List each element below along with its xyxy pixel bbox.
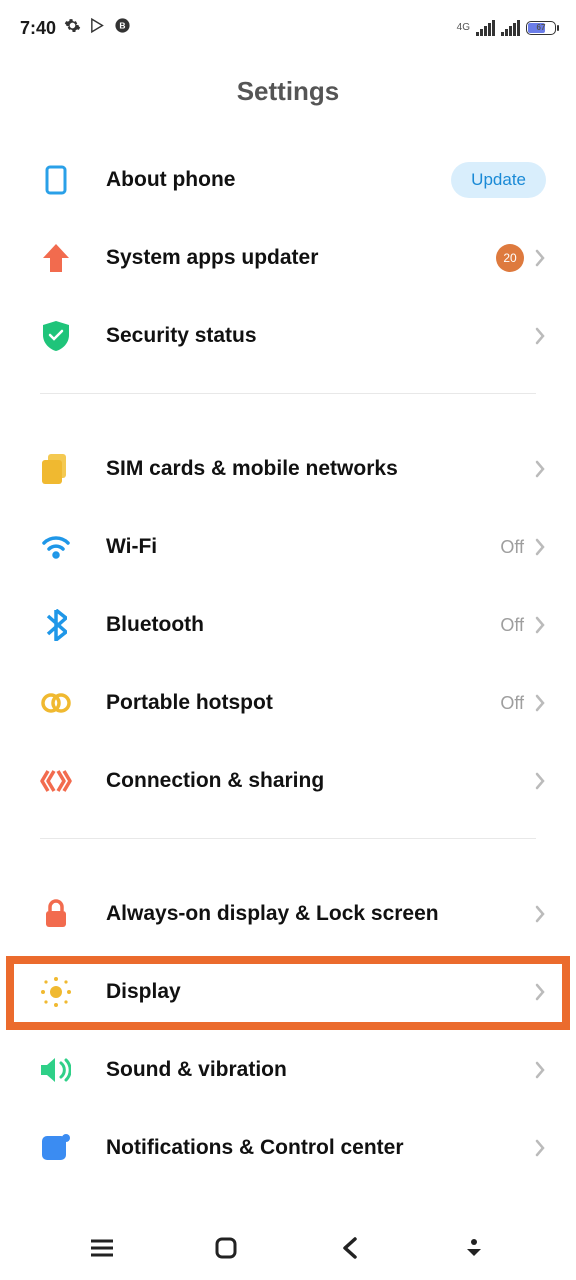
update-count-badge: 20 [496,244,524,272]
status-time: 7:40 [20,18,56,39]
row-lock-screen[interactable]: Always-on display & Lock screen [0,875,576,953]
row-security-status[interactable]: Security status [0,297,576,375]
row-display[interactable]: Display [0,953,576,1031]
row-label: Display [106,980,534,1004]
row-hotspot[interactable]: Portable hotspot Off [0,664,576,742]
row-label: Wi-Fi [106,535,500,559]
divider [40,838,536,839]
chevron-right-icon [534,615,546,635]
chevron-right-icon [534,326,546,346]
divider [40,393,536,394]
bluetooth-status: Off [500,615,524,636]
row-label: Portable hotspot [106,691,500,715]
row-system-updater[interactable]: System apps updater 20 [0,219,576,297]
chevron-right-icon [534,1138,546,1158]
circle-b-icon: B [114,17,131,39]
row-label: About phone [106,168,451,192]
battery-icon: 67 [526,21,556,35]
row-label: Always-on display & Lock screen [106,902,534,926]
arrow-up-icon [40,242,72,274]
chevron-right-icon [534,771,546,791]
chevron-right-icon [534,1060,546,1080]
hotspot-status: Off [500,693,524,714]
hotspot-icon [40,687,72,719]
sun-icon [40,976,72,1008]
settings-list: About phone Update System apps updater 2… [0,141,576,1187]
speaker-icon [40,1054,72,1086]
play-icon [89,17,106,39]
row-label: System apps updater [106,246,496,270]
chevron-right-icon [534,248,546,268]
signal-icon-2 [501,20,520,36]
navigation-bar [0,1216,576,1280]
shield-check-icon [40,320,72,352]
nav-dropdown-button[interactable] [454,1228,494,1268]
bluetooth-icon [40,609,72,641]
row-label: Sound & vibration [106,1058,534,1082]
row-label: SIM cards & mobile networks [106,457,534,481]
row-sim-cards[interactable]: SIM cards & mobile networks [0,430,576,508]
wifi-status: Off [500,537,524,558]
sim-icon [40,453,72,485]
row-label: Notifications & Control center [106,1136,534,1160]
chevron-right-icon [534,982,546,1002]
row-bluetooth[interactable]: Bluetooth Off [0,586,576,664]
row-label: Bluetooth [106,613,500,637]
chevron-right-icon [534,904,546,924]
gear-icon [64,17,81,39]
lock-icon [40,898,72,930]
row-connection-sharing[interactable]: Connection & sharing [0,742,576,820]
row-wifi[interactable]: Wi-Fi Off [0,508,576,586]
chevron-right-icon [534,537,546,557]
chevron-right-icon [534,459,546,479]
wifi-icon [40,531,72,563]
sharing-icon [40,765,72,797]
row-notifications[interactable]: Notifications & Control center [0,1109,576,1187]
nav-back-button[interactable] [330,1228,370,1268]
page-title: Settings [0,76,576,107]
nav-home-button[interactable] [206,1228,246,1268]
control-center-icon [40,1132,72,1164]
row-label: Security status [106,324,534,348]
signal-icon-1 [476,20,495,36]
nav-menu-button[interactable] [82,1228,122,1268]
row-sound-vibration[interactable]: Sound & vibration [0,1031,576,1109]
chevron-right-icon [534,693,546,713]
row-label: Connection & sharing [106,769,534,793]
svg-text:B: B [119,20,125,30]
row-about-phone[interactable]: About phone Update [0,141,576,219]
phone-icon [40,164,72,196]
update-pill[interactable]: Update [451,162,546,198]
network-type: 4G [457,23,470,33]
status-bar: 7:40 B 4G 67 [0,0,576,48]
